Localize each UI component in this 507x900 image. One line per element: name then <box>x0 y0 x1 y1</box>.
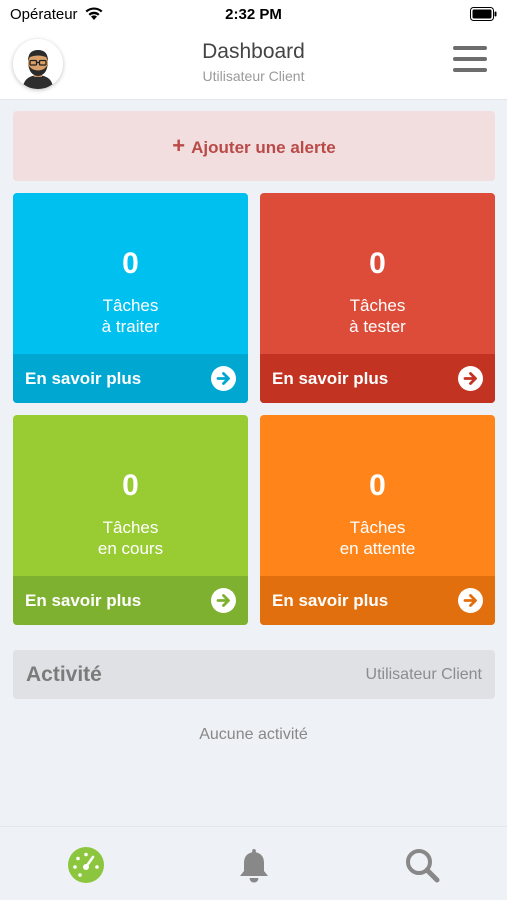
app-header: Dashboard Utilisateur Client <box>0 30 507 100</box>
tile-label-line2: à tester <box>349 317 406 336</box>
tile-label: Tâches à traiter <box>13 295 248 337</box>
add-alert-label: Ajouter une alerte <box>191 138 336 157</box>
dashboard-icon <box>68 847 104 883</box>
tile-label: Tâches à tester <box>260 295 495 337</box>
tile-label-line2: en attente <box>339 539 416 558</box>
status-bar: Opérateur 2:32 PM <box>0 0 507 30</box>
tile-label-line1: Tâches <box>349 296 406 315</box>
learn-more-label: En savoir plus <box>272 369 389 388</box>
add-alert-button[interactable]: + Ajouter une alerte <box>13 111 495 181</box>
page-subtitle: Utilisateur Client <box>202 68 305 84</box>
bell-icon <box>240 849 268 883</box>
tile-label-line1: Tâches <box>102 296 159 315</box>
tile-count: 0 <box>122 247 139 280</box>
activity-header: Activité Utilisateur Client <box>13 650 495 699</box>
tile-tasks-in-progress: 0 Tâches en cours En savoir plus <box>13 415 248 625</box>
tab-dashboard[interactable] <box>66 845 106 885</box>
tile-tasks-to-test: 0 Tâches à tester En savoir plus <box>260 193 495 403</box>
tile-label-line2: à traiter <box>101 317 160 336</box>
status-time: 2:32 PM <box>225 6 282 23</box>
search-icon <box>406 849 440 883</box>
activity-title: Activité <box>26 663 102 686</box>
tile-tasks-to-process: 0 Tâches à traiter En savoir plus <box>13 193 248 403</box>
battery-icon <box>470 7 497 26</box>
tile-tasks-waiting: 0 Tâches en attente En savoir plus <box>260 415 495 625</box>
learn-more-button[interactable]: En savoir plus <box>13 576 248 625</box>
tile-count: 0 <box>369 247 386 280</box>
tab-search[interactable] <box>402 845 442 885</box>
tile-label-line2: en cours <box>97 539 164 558</box>
tile-label-line1: Tâches <box>349 518 406 537</box>
arrow-right-icon <box>458 366 483 391</box>
tile-label: Tâches en cours <box>13 517 248 559</box>
tile-count: 0 <box>369 469 386 502</box>
hamburger-menu-icon[interactable] <box>453 46 487 76</box>
tab-alerts[interactable] <box>234 845 274 885</box>
tab-bar <box>0 826 507 900</box>
arrow-right-icon <box>211 366 236 391</box>
learn-more-button[interactable]: En savoir plus <box>13 354 248 403</box>
empty-activity-message: Aucune activité <box>199 726 308 743</box>
arrow-right-icon <box>211 588 236 613</box>
plus-icon: + <box>172 133 186 158</box>
learn-more-label: En savoir plus <box>25 369 142 388</box>
activity-user: Utilisateur Client <box>365 666 482 683</box>
tile-label: Tâches en attente <box>260 517 495 559</box>
tile-label-line1: Tâches <box>102 518 159 537</box>
page-title: Dashboard <box>202 40 305 63</box>
learn-more-button[interactable]: En savoir plus <box>260 576 495 625</box>
tile-count: 0 <box>122 469 139 502</box>
learn-more-label: En savoir plus <box>25 591 142 610</box>
learn-more-label: En savoir plus <box>272 591 389 610</box>
learn-more-button[interactable]: En savoir plus <box>260 354 495 403</box>
arrow-right-icon <box>458 588 483 613</box>
